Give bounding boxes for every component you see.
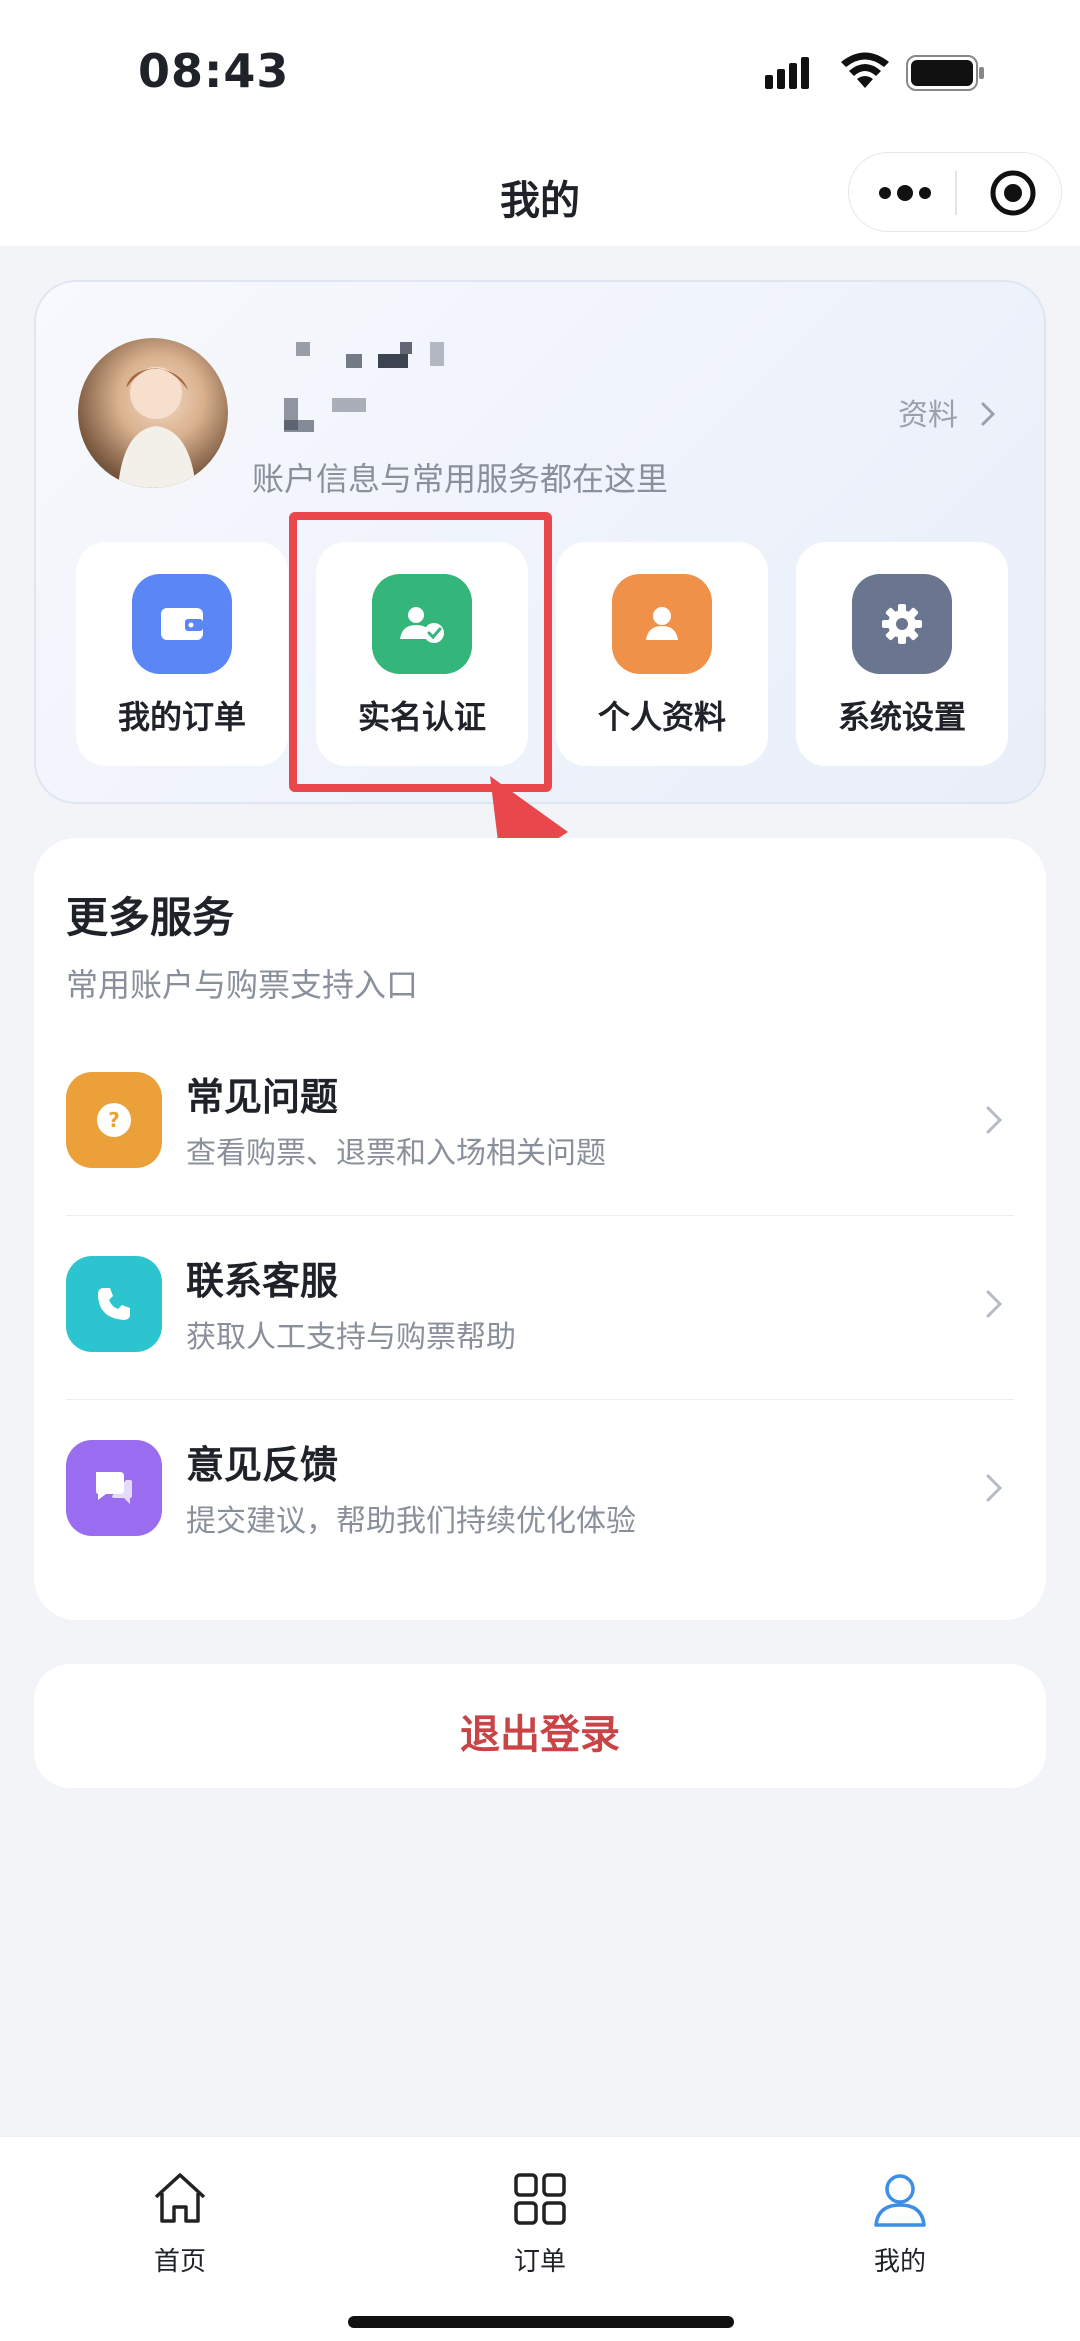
status-bar: 08:43 [0,0,1080,140]
service-title: 常见问题 [186,1075,339,1119]
profile-link[interactable]: 资料 [898,390,998,434]
service-item-faq[interactable]: ? 常见问题 查看购票、退票和入场相关问题 [34,1032,1046,1216]
tab-label: 订单 [513,2247,566,2277]
service-item-feedback[interactable]: 意见反馈 提交建议，帮助我们持续优化体验 [34,1400,1046,1584]
service-item-contact-support[interactable]: 联系客服 获取人工支持与购票帮助 [34,1216,1046,1400]
service-subtitle: 查看购票、退票和入场相关问题 [186,1136,606,1171]
service-subtitle: 提交建议，帮助我们持续优化体验 [186,1504,636,1539]
service-title: 联系客服 [186,1259,339,1303]
profile-subtitle: 账户信息与常用服务都在这里 [252,460,669,498]
quick-action-label: 系统设置 [837,698,966,736]
tab-label: 首页 [153,2247,206,2277]
logout-button[interactable]: 退出登录 [34,1664,1046,1788]
home-icon [154,2173,206,2223]
nav-bar: 我的 [0,140,1080,246]
tab-orders[interactable]: 订单 [450,2151,630,2277]
tab-label: 我的 [873,2247,926,2277]
chevron-right-icon [986,1106,1003,1134]
username-redacted [280,338,540,438]
wifi-icon [841,52,889,88]
avatar[interactable] [78,338,228,488]
wallet-icon [132,574,232,674]
profile-link-label: 资料 [898,398,958,433]
phone-icon [66,1256,162,1352]
chevron-right-icon [986,1290,1003,1318]
section-title: 更多服务 [66,893,235,942]
gear-icon [852,574,952,674]
user-icon [874,2174,926,2227]
quick-action-system-settings[interactable]: 系统设置 [796,542,1008,766]
more-services-card: 更多服务 常用账户与购票支持入口 ? 常见问题 查看购票、退票和入场相关问题 联… [34,838,1046,1620]
tab-bar: 首页 订单 我的 [0,2136,1080,2341]
person-icon [612,574,712,674]
service-title: 意见反馈 [186,1443,339,1487]
mini-program-capsule [848,152,1062,232]
battery-icon [906,55,984,91]
chevron-right-icon [986,1474,1003,1502]
logout-label: 退出登录 [460,1712,620,1758]
quick-action-my-orders[interactable]: 我的订单 [76,542,288,766]
home-indicator [348,2316,734,2328]
status-time: 08:43 [138,44,290,98]
tab-me[interactable]: 我的 [810,2151,990,2277]
more-icon[interactable] [873,181,937,205]
quick-action-personal-info[interactable]: 个人资料 [556,542,768,766]
tab-home[interactable]: 首页 [90,2151,270,2277]
section-subtitle: 常用账户与购票支持入口 [66,966,419,1004]
question-icon: ? [66,1072,162,1168]
quick-action-label: 个人资料 [597,698,726,736]
grid-icon [514,2173,566,2225]
service-subtitle: 获取人工支持与购票帮助 [186,1320,516,1355]
capsule-divider [955,171,957,215]
chevron-right-icon [981,402,995,426]
quick-action-label: 我的订单 [117,698,246,736]
chat-bubbles-icon [66,1440,162,1536]
svg-text:?: ? [108,1108,120,1132]
highlight-box [289,512,552,792]
close-target-icon[interactable] [989,169,1037,217]
